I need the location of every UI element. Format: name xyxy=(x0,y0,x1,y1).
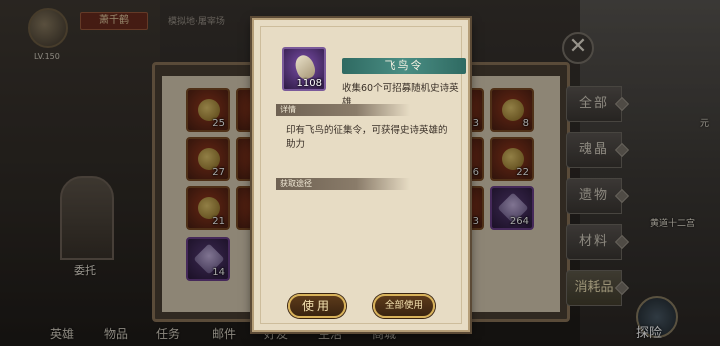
use-button[interactable]: 使用 xyxy=(288,294,346,318)
item-count: 1108 xyxy=(296,78,322,89)
section-source-header: 获取途径 xyxy=(276,178,410,190)
item-name: 飞鸟令 xyxy=(342,58,466,74)
use-all-button[interactable]: 全部使用 xyxy=(373,294,435,318)
item-icon-frame: 1108 xyxy=(282,47,326,91)
item-detail-popup: 1108 飞鸟令 收集60个可招募随机史诗英雄 详情 印有飞鸟的征集令，可获得史… xyxy=(252,18,470,332)
detail-text: 印有飞鸟的征集令，可获得史诗英雄的助力 xyxy=(286,125,448,150)
section-detail-header: 详情 xyxy=(276,104,410,116)
